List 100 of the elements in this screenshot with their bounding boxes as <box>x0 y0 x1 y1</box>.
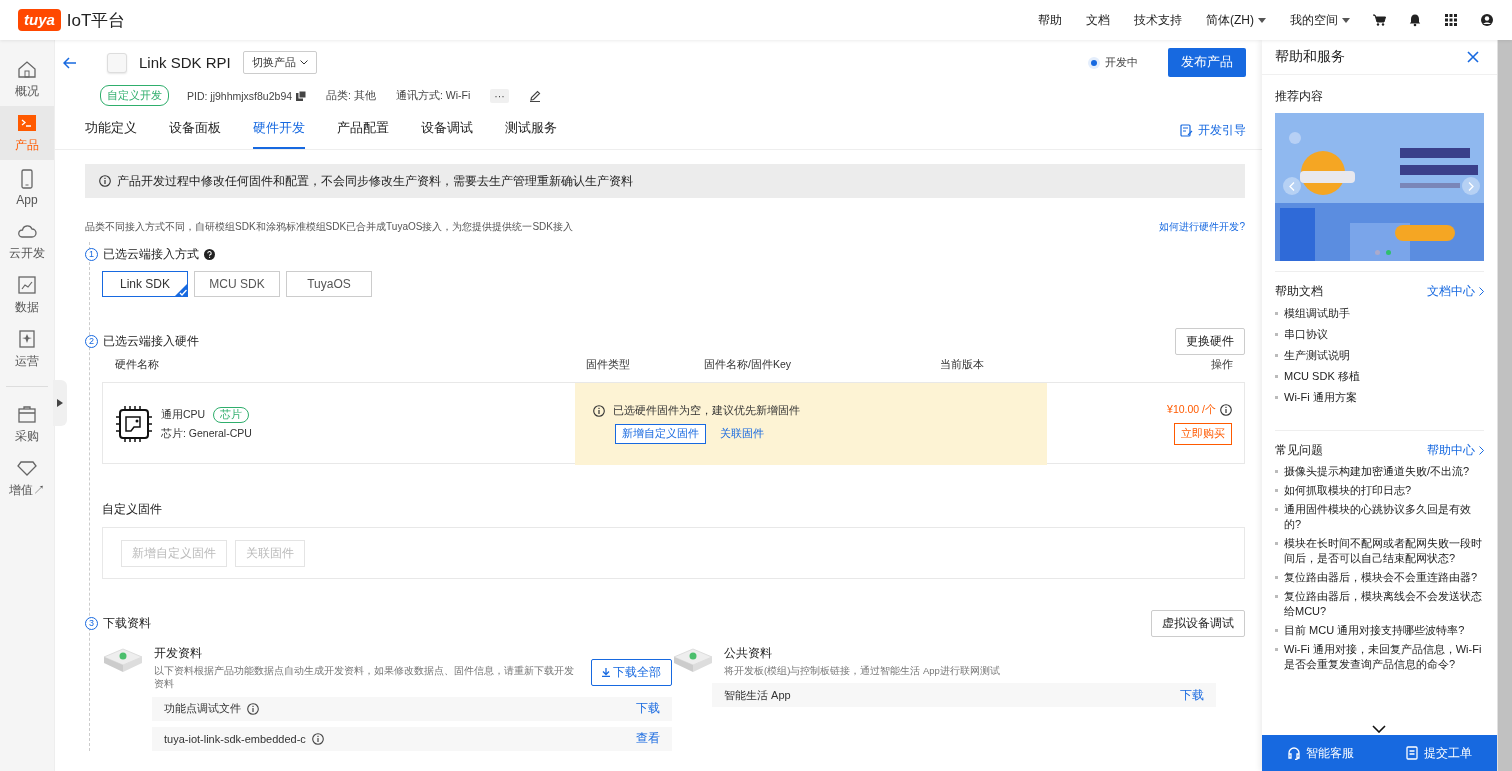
header-link[interactable]: 我的空间 <box>1290 11 1350 29</box>
help-link[interactable]: Wi-Fi 通用对接，未回复产品信息，Wi-Fi是否会重复发查询产品信息的命令? <box>1284 642 1484 672</box>
help-link[interactable]: 生产测试说明 <box>1284 348 1350 363</box>
status-dot <box>1091 59 1097 66</box>
apps-grid-icon[interactable] <box>1444 13 1458 27</box>
pid-text: PID: jj9hhmjxsf8u2b94 <box>187 89 293 102</box>
nav-item[interactable]: 采购 <box>0 397 54 451</box>
file-name: 智能生活 App <box>724 687 791 703</box>
file-action-link[interactable]: 下载 <box>636 701 660 717</box>
product-image <box>107 52 127 73</box>
chevron-right-icon <box>1479 446 1484 455</box>
tab[interactable]: 硬件开发 <box>253 120 305 149</box>
access-option[interactable]: Link SDK <box>102 271 188 297</box>
publish-button[interactable]: 发布产品 <box>1168 48 1246 77</box>
help-link[interactable]: 如何进行硬件开发? <box>1159 220 1245 234</box>
header-link[interactable]: 简体(ZH) <box>1206 11 1266 29</box>
expand-handle[interactable] <box>53 380 67 426</box>
custom-dev-tag: 自定义开发 <box>100 85 169 106</box>
user-icon[interactable] <box>1480 13 1494 27</box>
tab[interactable]: 功能定义 <box>85 120 137 149</box>
column-header: 当前版本 <box>940 358 985 372</box>
file-action-link[interactable]: 下载 <box>1180 687 1204 703</box>
tab[interactable]: 测试服务 <box>505 120 557 149</box>
change-hardware-button[interactable]: 更换硬件 <box>1175 327 1245 355</box>
close-icon[interactable] <box>1467 51 1479 63</box>
section-title: 帮助文档 <box>1275 284 1323 299</box>
chevron-down-icon[interactable] <box>1372 725 1386 733</box>
help-link[interactable]: 复位路由器后，模块会不会重连路由器? <box>1284 570 1478 585</box>
step-title: 下载资料 <box>103 615 151 631</box>
download-all-button[interactable]: 下载全部 <box>591 659 672 686</box>
file-action-link[interactable]: 查看 <box>636 731 660 747</box>
more-link[interactable]: 文档中心 <box>1427 284 1484 299</box>
nav-item[interactable]: 运营 <box>0 322 54 376</box>
tab[interactable]: 设备面板 <box>169 120 221 149</box>
chevron-down-icon <box>299 60 308 65</box>
price-text: ¥10.00 /个 <box>1167 403 1216 417</box>
help-link[interactable]: 通用固件模块的心跳协议多久回是有效的? <box>1284 502 1484 532</box>
panel-title: 帮助和服务 <box>1275 48 1345 66</box>
section-description: 以下资料根据产品功能数据点自动生成开发资料，如果修改数据点、固件信息，请重新下载开发资料 <box>154 664 574 691</box>
carousel-dot[interactable] <box>1375 250 1380 255</box>
carousel-dot[interactable] <box>1386 250 1391 255</box>
step-title: 已选云端接入方式 <box>103 246 199 262</box>
help-link[interactable]: 模组调试助手 <box>1284 306 1350 321</box>
help-link[interactable]: MCU SDK 移植 <box>1284 369 1360 384</box>
tab[interactable]: 产品配置 <box>337 120 389 149</box>
form-icon <box>1404 746 1419 760</box>
triangle-right-icon <box>57 399 63 407</box>
category-text: 品类: 其他 <box>326 88 376 103</box>
more-button[interactable]: ··· <box>490 88 509 103</box>
platform-title: IoT平台 <box>66 9 126 32</box>
help-link[interactable]: Wi-Fi 通用方案 <box>1284 390 1357 405</box>
guide-link[interactable]: 开发引导 <box>1180 122 1246 139</box>
nav-item[interactable]: 云开发 <box>0 214 54 268</box>
access-option[interactable]: MCU SDK <box>194 271 280 297</box>
nav-item[interactable]: 概况 <box>0 52 54 106</box>
scrollbar[interactable] <box>1497 40 1512 771</box>
tab[interactable]: 设备调试 <box>421 120 473 149</box>
add-firmware-button[interactable]: 新增自定义固件 <box>615 424 706 444</box>
help-link[interactable]: 如何抓取模块的打印日志? <box>1284 483 1412 498</box>
virtual-debug-button[interactable]: 虚拟设备调试 <box>1151 609 1245 637</box>
link-firmware-link[interactable]: 关联固件 <box>720 427 764 441</box>
step-number: 3 <box>85 616 98 630</box>
nav-item[interactable]: 增值↗ <box>0 451 54 505</box>
header-link[interactable]: 文档 <box>1086 11 1110 29</box>
back-arrow-icon[interactable] <box>63 56 77 69</box>
column-header: 操作 <box>1211 358 1233 372</box>
nav-item[interactable]: App <box>0 160 54 214</box>
bell-icon[interactable] <box>1408 13 1422 27</box>
pencil-icon[interactable] <box>528 89 541 102</box>
section-description: 将开发板(模组)与控制板链接，通过智能生活 App进行联网测试 <box>724 664 1001 678</box>
file-name: tuya-iot-link-sdk-embedded-c <box>164 732 306 745</box>
headset-icon <box>1287 746 1302 760</box>
footer-button[interactable]: 智能客服 <box>1287 745 1355 761</box>
help-link[interactable]: 摄像头提示构建加密通道失败/不出流? <box>1284 464 1470 479</box>
footer-button[interactable]: 提交工单 <box>1404 745 1472 761</box>
column-header: 固件名称/固件Key <box>704 358 792 372</box>
cart-icon[interactable] <box>1372 13 1386 27</box>
section-title: 常见问题 <box>1275 443 1323 458</box>
check-corner-icon <box>174 283 188 297</box>
document-icon <box>1180 124 1193 137</box>
more-link[interactable]: 帮助中心 <box>1427 443 1484 458</box>
section-title: 推荐内容 <box>1275 89 1324 104</box>
chevron-right-icon <box>1479 287 1484 296</box>
nav-item[interactable]: 数据 <box>0 268 54 322</box>
chevron-left-icon <box>1289 181 1295 191</box>
access-option[interactable]: TuyaOS <box>286 271 372 297</box>
switch-product-button[interactable]: 切换产品 <box>242 51 317 74</box>
header-link[interactable]: 技术支持 <box>1134 11 1182 29</box>
help-link[interactable]: 串口协议 <box>1284 327 1328 342</box>
chart-icon <box>16 274 38 296</box>
intro-text: 品类不同接入方式不同，自研模组SDK和涂鸦标准模组SDK已合并成TuyaOS接入，为您提供提供统一SDK接入 <box>85 220 573 234</box>
help-link[interactable]: 目前 MCU 通用对接支持哪些波特率? <box>1284 623 1465 638</box>
info-icon <box>247 702 259 715</box>
section-title: 公共资料 <box>724 645 773 662</box>
badge-icon <box>16 328 38 350</box>
column-header: 硬件名称 <box>115 358 160 372</box>
header-link[interactable]: 帮助 <box>1038 11 1062 29</box>
help-link[interactable]: 模块在长时间不配网或者配网失败一段时间后，是否可以自己结束配网状态? <box>1284 536 1484 566</box>
copy-icon[interactable] <box>296 90 307 101</box>
help-link[interactable]: 复位路由器后，模块离线会不会发送状态给MCU? <box>1284 589 1484 619</box>
